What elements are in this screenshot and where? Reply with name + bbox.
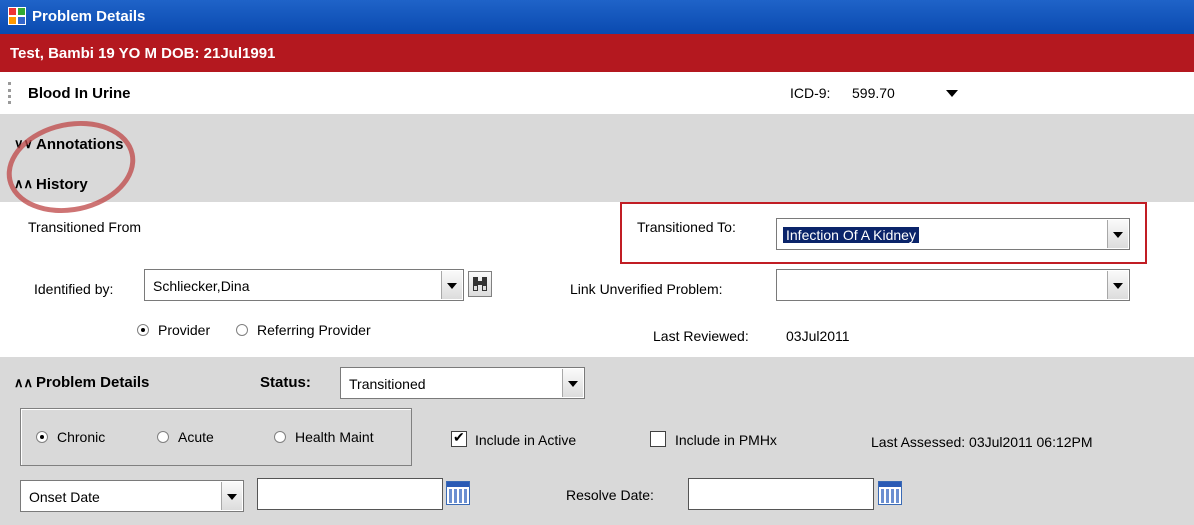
chevron-down-icon[interactable]	[441, 271, 462, 299]
patient-banner: Test, Bambi 19 YO M DOB: 21Jul1991	[0, 34, 1194, 72]
identified-by-select[interactable]: Schliecker,Dina	[144, 269, 464, 301]
annotations-section-header[interactable]: Annotations	[36, 136, 124, 153]
drag-grip-icon[interactable]	[8, 82, 14, 104]
transitioned-from-label: Transitioned From	[28, 219, 142, 235]
chronic-radio-label: Chronic	[57, 429, 106, 445]
problem-name: Blood In Urine	[28, 85, 131, 102]
last-reviewed-label: Last Reviewed:	[653, 328, 749, 344]
collapsible-sections-band: ∨∨ Annotations ∧∧ History	[0, 114, 1194, 202]
chevron-down-icon[interactable]	[221, 482, 242, 510]
chevron-down-icon[interactable]: ∨∨	[14, 136, 33, 152]
chevron-down-icon[interactable]	[562, 369, 583, 397]
include-pmhx-label: Include in PMHx	[675, 432, 777, 448]
transitioned-to-select[interactable]: Infection Of A Kidney	[776, 218, 1130, 250]
link-unverified-select[interactable]	[776, 269, 1130, 301]
chevron-down-icon[interactable]	[1107, 220, 1128, 248]
chevron-up-icon[interactable]: ∧∧	[14, 375, 33, 391]
transitioned-to-label: Transitioned To:	[637, 219, 736, 235]
icd-dropdown-arrow-icon[interactable]	[946, 90, 958, 97]
chronic-radio[interactable]	[36, 431, 48, 443]
window-title-bar: Problem Details	[0, 0, 1194, 34]
chevron-down-icon[interactable]	[1107, 271, 1128, 299]
referring-provider-radio-label: Referring Provider	[257, 322, 371, 338]
identified-by-value: Schliecker,Dina	[153, 278, 250, 294]
resolve-date-label: Resolve Date:	[566, 487, 654, 503]
resolve-date-input[interactable]	[688, 478, 874, 510]
last-reviewed-value: 03Jul2011	[786, 328, 850, 344]
onset-date-input[interactable]	[257, 478, 443, 510]
binoculars-search-icon[interactable]	[468, 271, 492, 297]
last-assessed-text: Last Assessed: 03Jul2011 06:12PM	[871, 434, 1093, 450]
problem-header-row: Blood In Urine ICD-9: 599.70	[0, 72, 1194, 115]
chevron-up-icon[interactable]: ∧∧	[14, 176, 33, 192]
problem-details-panel: ∧∧ Problem Details Status: Transitioned …	[0, 357, 1194, 525]
acute-radio-label: Acute	[178, 429, 214, 445]
onset-type-value: Onset Date	[29, 489, 100, 505]
status-select[interactable]: Transitioned	[340, 367, 585, 399]
icd-value: 599.70	[852, 85, 895, 101]
icd-label: ICD-9:	[790, 85, 831, 101]
patient-banner-text: Test, Bambi 19 YO M DOB: 21Jul1991	[10, 45, 276, 62]
include-active-checkbox[interactable]	[451, 429, 467, 447]
provider-radio[interactable]	[137, 324, 149, 336]
health-maint-radio-label: Health Maint	[295, 429, 374, 445]
app-window-icon	[8, 7, 26, 25]
onset-type-select[interactable]: Onset Date	[20, 480, 244, 512]
calendar-icon[interactable]	[878, 481, 902, 505]
window-title: Problem Details	[32, 8, 146, 25]
status-label: Status:	[260, 374, 311, 391]
problem-details-section-header[interactable]: Problem Details	[36, 374, 149, 391]
calendar-icon[interactable]	[446, 481, 470, 505]
link-unverified-label: Link Unverified Problem:	[570, 281, 723, 297]
identified-by-label: Identified by:	[34, 281, 114, 297]
health-maint-radio[interactable]	[274, 431, 286, 443]
transitioned-to-value: Infection Of A Kidney	[783, 227, 919, 243]
include-pmhx-checkbox[interactable]	[650, 431, 666, 447]
include-active-label: Include in Active	[475, 432, 577, 448]
provider-radio-label: Provider	[158, 322, 211, 338]
history-section-header[interactable]: History	[36, 176, 88, 193]
status-value: Transitioned	[349, 376, 426, 392]
acute-radio[interactable]	[157, 431, 169, 443]
referring-provider-radio[interactable]	[236, 324, 248, 336]
history-panel: Transitioned From Transitioned To: Infec…	[0, 202, 1194, 357]
